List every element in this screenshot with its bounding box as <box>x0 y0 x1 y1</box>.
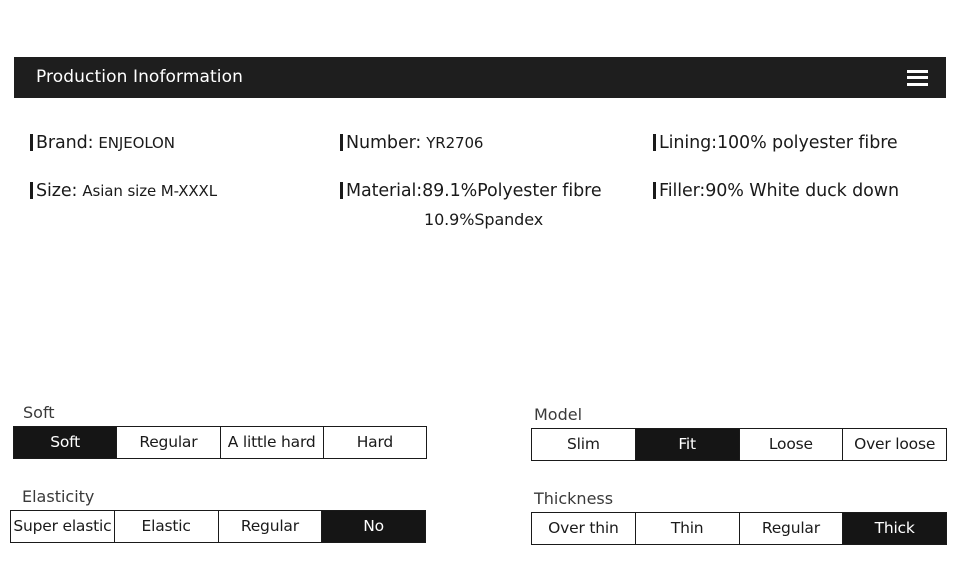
header-bar: Production Inoformation <box>14 57 946 98</box>
bullet-bar-icon <box>340 182 343 199</box>
segment-option[interactable]: Loose <box>739 429 844 460</box>
group-label-elasticity: Elasticity <box>22 487 95 506</box>
hamburger-bar-3 <box>907 82 928 86</box>
info-label-number: Number: <box>346 133 422 153</box>
page-title: Production Inoformation <box>36 67 243 87</box>
hamburger-icon[interactable] <box>907 69 928 86</box>
info-row-lining: Lining:100% polyester fibre <box>653 133 899 153</box>
info-label-lining: Lining: <box>659 133 717 153</box>
option-group-elasticity: Elasticity Super elastic Elastic Regular No <box>10 487 426 543</box>
segment-option[interactable]: Over thin <box>532 513 636 544</box>
segment-option[interactable]: Elastic <box>114 511 219 542</box>
info-row-filler: Filler:90% White duck down <box>653 181 899 201</box>
segment-option[interactable]: Slim <box>532 429 636 460</box>
group-label-model: Model <box>534 405 583 424</box>
info-label-size: Size: <box>36 181 78 201</box>
hamburger-bar-1 <box>907 69 928 73</box>
info-row-brand: Brand: ENJEOLON <box>30 133 217 153</box>
segment-option[interactable]: Regular <box>218 511 323 542</box>
segment-option[interactable]: Soft <box>14 427 118 458</box>
segment-option[interactable]: Regular <box>117 427 221 458</box>
info-column-2: Number: YR2706 Material:89.1%Polyester fi… <box>340 133 602 229</box>
option-group-soft: Soft Soft Regular A little hard Hard <box>13 403 427 459</box>
info-label-filler: Filler: <box>659 181 706 201</box>
bullet-bar-icon <box>653 134 656 151</box>
bullet-bar-icon <box>653 182 656 199</box>
info-value-number: YR2706 <box>426 134 484 152</box>
option-group-model: Model Slim Fit Loose Over loose <box>531 405 947 461</box>
info-value-size: Asian size M-XXXL <box>82 182 217 200</box>
segment-option[interactable]: Over loose <box>843 429 946 460</box>
info-value-filler: 90% White duck down <box>705 181 899 201</box>
segment-option[interactable]: Hard <box>323 427 426 458</box>
info-value-material: 89.1%Polyester fibre <box>422 181 602 201</box>
segmented-control-thickness[interactable]: Over thin Thin Regular Thick <box>531 512 947 545</box>
segmented-control-soft[interactable]: Soft Regular A little hard Hard <box>13 426 427 459</box>
info-value-material-line2: 10.9%Spandex <box>424 210 544 229</box>
info-column-3: Lining:100% polyester fibre Filler:90% W… <box>653 133 899 201</box>
hamburger-bar-2 <box>907 76 928 79</box>
info-row-material: Material:89.1%Polyester fibre 10.9%Spand… <box>340 181 602 229</box>
segment-option[interactable]: Thick <box>843 513 946 544</box>
info-value-brand: ENJEOLON <box>98 134 175 152</box>
info-value-lining: 100% polyester fibre <box>716 133 898 153</box>
info-label-material: Material: <box>346 181 423 201</box>
product-info-block: Brand: ENJEOLON Size: Asian size M-XXXL Nu… <box>0 133 960 273</box>
segmented-control-model[interactable]: Slim Fit Loose Over loose <box>531 428 947 461</box>
info-label-brand: Brand: <box>36 133 94 153</box>
segment-option[interactable]: No <box>322 511 425 542</box>
bullet-bar-icon <box>340 134 343 151</box>
group-label-thickness: Thickness <box>534 489 614 508</box>
segmented-control-elasticity[interactable]: Super elastic Elastic Regular No <box>10 510 426 543</box>
info-column-1: Brand: ENJEOLON Size: Asian size M-XXXL <box>30 133 217 201</box>
segment-option[interactable]: Super elastic <box>11 511 115 542</box>
option-group-thickness: Thickness Over thin Thin Regular Thick <box>531 489 947 545</box>
segment-option[interactable]: A little hard <box>220 427 324 458</box>
segment-option[interactable]: Thin <box>635 513 740 544</box>
bullet-bar-icon <box>30 182 33 199</box>
segment-option[interactable]: Fit <box>635 429 740 460</box>
group-label-soft: Soft <box>23 403 55 422</box>
info-row-number: Number: YR2706 <box>340 133 602 153</box>
segment-option[interactable]: Regular <box>739 513 844 544</box>
bullet-bar-icon <box>30 134 33 151</box>
info-row-size: Size: Asian size M-XXXL <box>30 181 217 201</box>
